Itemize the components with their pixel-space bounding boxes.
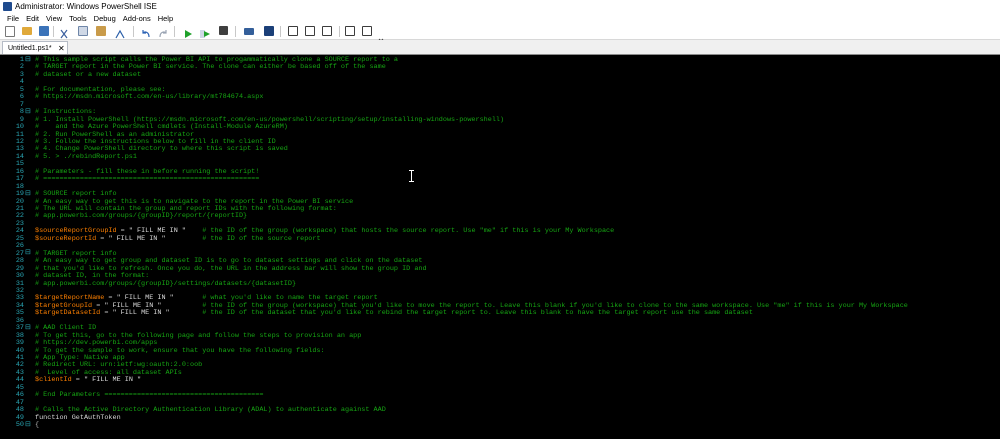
toolbar-overflow-icon[interactable]: [378, 30, 384, 42]
save-icon[interactable]: [39, 26, 49, 36]
code-token: " FILL ME IN ": [108, 234, 166, 243]
line-number: 8: [19, 108, 24, 117]
code-token: $clientId: [35, 376, 72, 385]
menu-add-ons[interactable]: Add-ons: [119, 13, 154, 24]
code-line[interactable]: # ======================================…: [35, 176, 259, 183]
show-command-window-icon[interactable]: [345, 26, 355, 36]
code-line[interactable]: # End Parameters =======================…: [35, 392, 263, 399]
code-token: function: [35, 413, 68, 422]
line-number: 19: [15, 190, 24, 199]
line-number-gutter: 1 ⊟ 2 3 4 5 6 7 8 ⊟ 9 10 11 12 13 14 15 16 17 18 19 ⊟ 20 21 22 23…: [15, 55, 31, 430]
script-editor[interactable]: 1 ⊟ 2 3 4 5 6 7 8 ⊟ 9 10 11 12 13 14 15 16 17 18 19 ⊟ 20 21 22 23…: [0, 54, 1000, 439]
code-token: =: [100, 309, 113, 318]
menu-file[interactable]: File: [0, 13, 23, 24]
menu-edit[interactable]: Edit: [23, 13, 43, 24]
line-number: 28: [15, 257, 24, 266]
code-token: $sourceReportId: [35, 234, 97, 243]
code-line[interactable]: # https://msdn.microsoft.com/en-us/libra…: [35, 94, 263, 101]
menu-debug[interactable]: Debug: [90, 13, 119, 24]
code-token: " FILL ME IN ": [112, 309, 170, 318]
code-token: =: [96, 234, 109, 243]
code-token: " FILL ME IN ": [83, 376, 142, 385]
redo-icon[interactable]: [158, 26, 168, 38]
code-line[interactable]: # app.powerbi.com/groups/{groupID}/setti…: [35, 279, 297, 288]
menu-tools[interactable]: Tools: [66, 13, 91, 24]
code-token: # the ID of the source report: [165, 234, 321, 243]
run-selection-icon[interactable]: [200, 26, 210, 38]
code-token: # dataset or a new dataset: [35, 70, 142, 79]
menu-view[interactable]: View: [43, 13, 66, 24]
copy-icon[interactable]: [78, 26, 88, 36]
code-token: # app.powerbi.com/groups/{groupID}/repor…: [35, 212, 248, 221]
start-powershell-icon[interactable]: [264, 26, 274, 36]
script-pane-maximized-icon[interactable]: [322, 26, 332, 36]
code-token: # app.powerbi.com/groups/{groupID}/setti…: [35, 279, 297, 288]
cut-icon[interactable]: [59, 26, 69, 39]
code-token: {: [35, 421, 40, 430]
line-number: 50: [15, 421, 24, 430]
title-bar: Administrator: Windows PowerShell ISE: [0, 0, 1000, 13]
toolbar: [0, 24, 1000, 42]
undo-icon[interactable]: [141, 26, 151, 38]
code-token: # 5. > ./rebindReport.ps1: [35, 152, 137, 161]
text-cursor-icon: [409, 170, 414, 182]
new-remote-tab-icon[interactable]: [244, 28, 254, 35]
script-tab-strip: Untitled1.ps1* ✕: [0, 40, 1000, 55]
line-number: 30: [15, 272, 24, 281]
tab-untitled1[interactable]: Untitled1.ps1* ✕: [2, 41, 68, 55]
clear-console-icon[interactable]: [115, 26, 125, 39]
open-folder-icon[interactable]: [22, 27, 32, 35]
code-line[interactable]: # app.powerbi.com/groups/{groupID}/repor…: [35, 213, 247, 220]
code-token: # the ID of the dataset that you'd like …: [169, 309, 753, 318]
code-line[interactable]: function GetAuthToken: [35, 413, 121, 422]
script-pane-top-icon[interactable]: [288, 26, 298, 36]
code-token: $targetDatasetId: [35, 309, 101, 318]
new-script-icon[interactable]: [5, 26, 15, 37]
code-token: =: [71, 376, 84, 385]
paste-icon[interactable]: [96, 26, 106, 36]
powershell-ise-icon: [3, 2, 12, 11]
run-script-icon[interactable]: [183, 26, 193, 38]
code-token: GetAuthToken: [67, 413, 121, 422]
line-number: 48: [15, 406, 24, 415]
stop-icon[interactable]: [219, 26, 228, 35]
window-title: Administrator: Windows PowerShell ISE: [15, 2, 157, 11]
menu-help[interactable]: Help: [154, 13, 176, 24]
script-pane-right-icon[interactable]: [305, 26, 315, 36]
show-command-add-on-icon[interactable]: [362, 26, 372, 36]
code-area[interactable]: # This sample script calls the Power BI …: [35, 55, 1000, 439]
code-line[interactable]: $targetDatasetId = " FILL ME IN " # the …: [35, 310, 753, 317]
code-line[interactable]: $sourceReportId = " FILL ME IN " # the I…: [35, 234, 321, 243]
line-number: 10: [15, 123, 24, 132]
code-line[interactable]: $clientId = " FILL ME IN ": [35, 377, 141, 384]
code-line[interactable]: {: [35, 422, 39, 429]
code-token: # https://msdn.microsoft.com/en-us/libra…: [35, 93, 264, 102]
code-token: # End Parameters =======================…: [35, 391, 264, 400]
code-token: # ======================================…: [35, 175, 260, 184]
code-line[interactable]: # 5. > ./rebindReport.ps1: [35, 152, 137, 161]
code-line[interactable]: # dataset or a new dataset: [35, 70, 142, 79]
menu-bar: File Edit View Tools Debug Add-ons Help: [0, 13, 1000, 24]
line-number: 39: [15, 339, 24, 348]
